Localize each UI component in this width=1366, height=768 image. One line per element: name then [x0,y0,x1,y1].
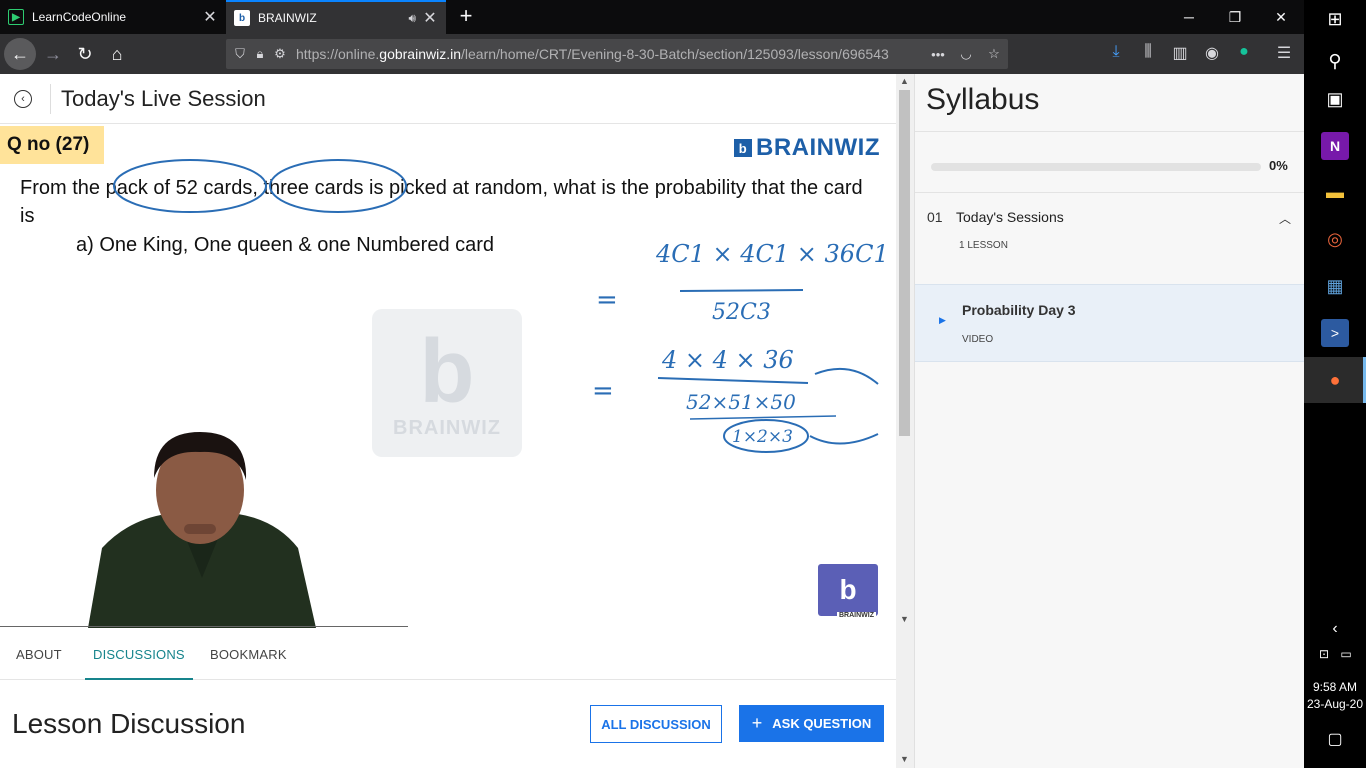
media-player-icon[interactable]: ◎ [1321,225,1349,253]
forward-button[interactable]: → [37,38,69,70]
chevron-left-icon[interactable]: ‹ [1321,615,1349,643]
hand-denominator-3: 1×2×3 [732,427,793,447]
bookmark-star-icon[interactable]: ☆ [980,46,1008,62]
presenter-image [88,432,316,628]
lesson-tabs: ABOUT DISCUSSIONS BOOKMARK [0,636,896,680]
tab-bookmark[interactable]: BOOKMARK [202,636,295,680]
url-bar[interactable]: ⛉ 🔒︎ ⚙ https://online.gobrainwiz.in/lear… [226,39,1008,69]
play-icon: ▶ [939,315,946,325]
home-button[interactable]: ⌂ [101,38,133,70]
section-number: 01 [927,209,943,225]
calculator-icon[interactable]: ▦ [1321,272,1349,300]
display-icon[interactable]: ▭ [1332,640,1360,668]
permissions-icon[interactable]: ⚙ [270,46,290,62]
tab-learncodeonline[interactable]: ▶ LearnCodeOnline ✕ [0,0,226,34]
firefox-icon[interactable]: ● [1321,366,1349,394]
hand-denominator-2: 52×51×50 [686,390,796,414]
task-view-icon[interactable]: ▣ [1321,85,1349,113]
hand-denominator-1: 52C3 [712,300,771,325]
tab-title: LearnCodeOnline [32,10,127,24]
menu-icon[interactable]: ☰ [1273,43,1295,63]
system-clock[interactable]: 9:58 AM 23-Aug-20 [1304,679,1366,713]
hand-equals-1: = [596,285,618,315]
all-discussion-button[interactable]: ALL DISCUSSION [590,705,722,743]
onenote-icon[interactable]: N [1321,132,1349,160]
tab-about[interactable]: ABOUT [8,636,70,680]
shield-icon[interactable]: ⛉ [230,46,250,62]
lock-icon[interactable]: 🔒︎ [250,46,270,62]
search-icon[interactable]: ⚲ [1321,47,1349,75]
lesson-type: VIDEO [962,334,994,345]
browser-window: ▶ LearnCodeOnline ✕ b BRAINWIZ 🔊︎ ✕ + ─ … [0,0,1305,768]
video-corner-logo: b BRAINWIZ [818,564,878,619]
library-icon[interactable]: ⫼ [1137,43,1159,61]
discussion-heading: Lesson Discussion [12,708,246,739]
grammarly-icon[interactable]: ● [1233,43,1255,61]
windows-start-icon[interactable]: ⊞ [1321,5,1349,33]
brainwiz-icon: b [234,10,250,26]
sidebar-icon[interactable]: ▥ [1169,43,1191,63]
close-window-button[interactable]: ✕ [1258,0,1304,34]
video-border [0,626,408,627]
notifications-icon[interactable]: ▢ [1321,725,1349,753]
close-tab-icon[interactable]: ✕ [422,8,438,28]
section-lesson-count: 1 LESSON [959,240,1008,251]
divider [50,83,51,114]
tab-brainwiz[interactable]: b BRAINWIZ 🔊︎ ✕ [226,0,446,34]
url-text[interactable]: https://online.gobrainwiz.in/learn/home/… [296,46,924,62]
powershell-icon[interactable]: > [1321,319,1349,347]
play-icon: ▶ [8,9,24,25]
divider [915,192,1305,193]
scrollbar-thumb[interactable] [899,90,910,436]
tab-discussions[interactable]: DISCUSSIONS [85,636,193,680]
page-actions-icon[interactable]: ••• [924,47,952,62]
account-icon[interactable]: ◉ [1201,43,1223,63]
close-tab-icon[interactable]: ✕ [202,7,218,27]
file-explorer-icon[interactable]: ▬ [1321,178,1349,206]
minimize-button[interactable]: ─ [1166,0,1212,34]
lesson-header: ‹ Today's Live Session [0,74,896,124]
ask-question-button[interactable]: + ASK QUESTION [739,705,884,742]
tab-strip: ▶ LearnCodeOnline ✕ b BRAINWIZ 🔊︎ ✕ + ─ … [0,0,1304,34]
progress-percent: 0% [1269,158,1288,173]
section-title[interactable]: Today's Sessions [956,209,1064,225]
tab-title: BRAINWIZ [258,11,317,25]
content-scrollbar[interactable]: ▲ ▼ ▼ [896,74,914,768]
plus-icon: + [751,713,763,733]
scroll-down-icon[interactable]: ▼ [899,614,910,624]
video-player[interactable]: Q no (27) b BRAINWIZ From the pack of 52 … [0,124,896,628]
hand-equals-2: = [592,376,614,406]
new-tab-button[interactable]: + [454,3,478,29]
windows-taskbar: ⊞ ⚲ ▣ N ▬ ◎ ▦ > ● ‹ ⊡ ▭ 9:58 AM 23-Aug-20… [1304,0,1366,768]
syllabus-title: Syllabus [926,83,1040,116]
back-button[interactable]: ← [4,38,36,70]
chevron-up-icon[interactable]: ︿ [1279,210,1291,227]
syllabus-panel: Syllabus 0% 01 Today's Sessions 1 LESSON… [914,74,1305,768]
divider [915,131,1305,132]
speaker-icon[interactable]: 🔊︎ [408,11,416,26]
reload-button[interactable]: ↻ [69,38,101,70]
navigation-toolbar: ← → ↻ ⌂ ⛉ 🔒︎ ⚙ https://online.gobrainwiz… [0,34,1304,74]
pocket-icon[interactable]: ◡ [952,46,980,62]
restore-button[interactable]: ❐ [1212,0,1258,34]
lesson-name: Probability Day 3 [962,302,1076,318]
lesson-title: Today's Live Session [61,85,266,111]
downloads-icon[interactable]: ⤓ [1105,43,1127,61]
hand-numerator-1: 4C1 × 4C1 × 36C1 [655,240,889,268]
scroll-down-icon-2[interactable]: ▼ [899,754,910,764]
brainwiz-watermark: b BRAINWIZ [372,309,522,457]
back-circle-icon[interactable]: ‹ [14,89,32,108]
scroll-up-icon[interactable]: ▲ [899,76,910,86]
progress-bar [931,163,1261,171]
lesson-item[interactable]: ▶ Probability Day 3 VIDEO [915,284,1305,362]
hand-numerator-2: 4 × 4 × 36 [661,346,794,374]
